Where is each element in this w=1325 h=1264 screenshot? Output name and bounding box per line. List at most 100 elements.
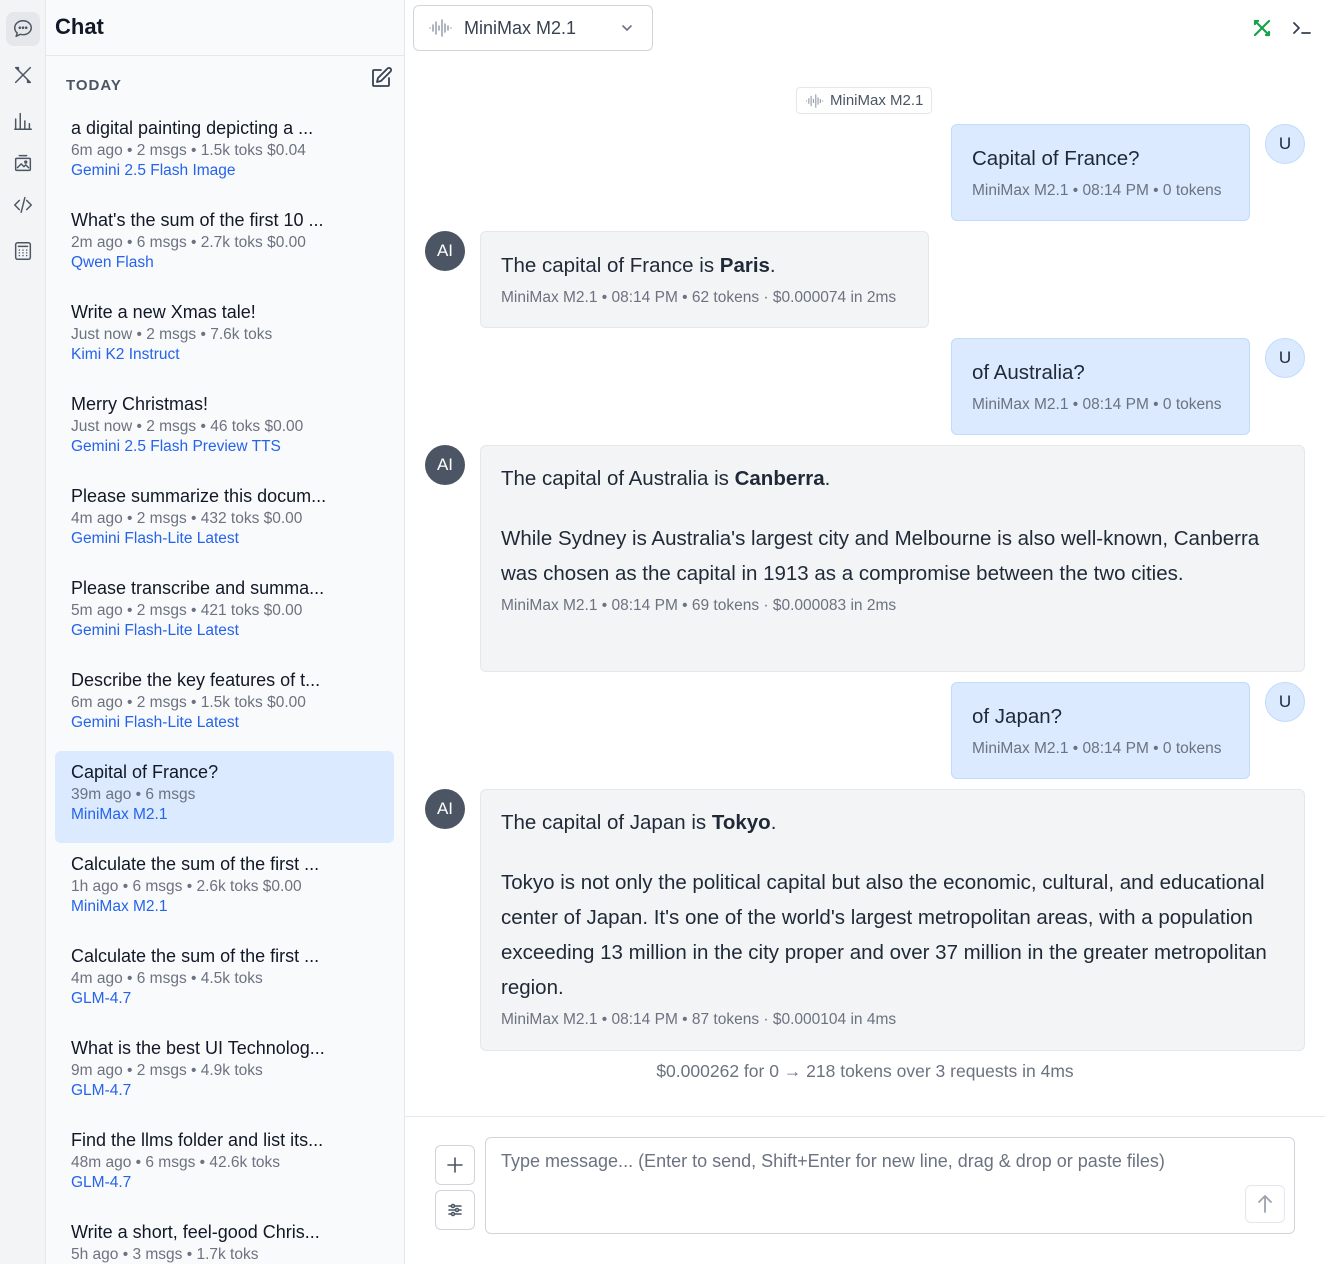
conversation-title: Please summarize this docum... — [71, 486, 327, 506]
conversation-model: Kimi K2 Instruct — [71, 346, 180, 363]
sidebar-header: Chat — [46, 0, 404, 56]
conversation-title: Calculate the sum of the first ... — [71, 946, 320, 966]
conversation-item[interactable]: Write a new Xmas tale! Just now • 2 msgs … — [55, 291, 394, 383]
conversation-title: What is the best UI Technolog... — [71, 1038, 325, 1058]
message-text: The capital of Japan is Tokyo. — [501, 811, 777, 834]
message-meta: MiniMax M2.1 • 08:14 PM • 0 tokens — [972, 740, 1222, 757]
waveform-icon — [805, 93, 824, 108]
conversation-item[interactable]: Calculate the sum of the first ... 1h ago… — [55, 843, 394, 935]
conversation-model: MiniMax M2.1 — [71, 898, 168, 915]
conversation-title: Describe the key features of t... — [71, 670, 321, 690]
tools-icon[interactable] — [6, 58, 40, 92]
chat-main: MiniMax M2.1 MiniMax M2.1 Capital of Fra… — [405, 0, 1325, 1264]
conversation-title: Please transcribe and summa... — [71, 578, 325, 598]
message-text: of Australia? — [972, 361, 1085, 384]
conversation-item[interactable]: Describe the key features of t... 6m ago … — [55, 659, 394, 751]
conversation-item[interactable]: Capital of France? 39m ago • 6 msgs MiniMa… — [55, 751, 394, 843]
conversation-item[interactable]: What's the sum of the first 10 ... 2m ago… — [55, 199, 394, 291]
conversation-meta: 48m ago • 6 msgs • 42.6k toks — [71, 1154, 281, 1171]
conversation-model: Qwen Flash — [71, 254, 154, 271]
conversation-model: Gemini 2.5 Flash Image — [71, 162, 236, 179]
conversation-model: Gemini 2.5 Flash Preview TTS — [71, 438, 281, 455]
conversation-model: Gemini Flash-Lite Latest — [71, 530, 239, 547]
conversation-meta: 4m ago • 6 msgs • 4.5k toks — [71, 970, 263, 987]
user-message: of Japan? MiniMax M2.1 • 08:14 PM • 0 to… — [951, 682, 1250, 779]
assistant-message: The capital of Japan is Tokyo. Tokyo is … — [480, 789, 1305, 1051]
message-meta: MiniMax M2.1 • 08:14 PM • 0 tokens — [972, 182, 1222, 199]
conversation-model: GLM-4.7 — [71, 1174, 132, 1191]
conversation-model: GLM-4.7 — [71, 990, 132, 1007]
conversation-title: Calculate the sum of the first ... — [71, 854, 320, 874]
conversation-item[interactable]: Please summarize this docum... 4m ago • 2… — [55, 475, 394, 567]
message-meta: MiniMax M2.1 • 08:14 PM • 69 tokens · $0… — [501, 597, 897, 614]
assistant-message: The capital of France is Paris. MiniMax … — [480, 231, 929, 328]
conversation-model: Gemini Flash-Lite Latest — [71, 714, 239, 731]
conversation-item[interactable]: Write a short, feel-good Chris... 5h ago … — [55, 1211, 394, 1264]
image-gallery-icon[interactable] — [6, 146, 40, 180]
arrow-up-icon — [1258, 1195, 1272, 1213]
conversation-model: MiniMax M2.1 — [71, 806, 168, 823]
conversation-item[interactable]: Calculate the sum of the first ... 4m ago… — [55, 935, 394, 1027]
conversation-item[interactable]: Find the llms folder and list its... 48m … — [55, 1119, 394, 1211]
new-chat-button[interactable] — [368, 65, 394, 91]
user-message: Capital of France? MiniMax M2.1 • 08:14 … — [951, 124, 1250, 221]
conversation-meta: 1h ago • 6 msgs • 2.6k toks $0.00 — [71, 878, 302, 895]
attach-button[interactable] — [435, 1145, 475, 1185]
plus-icon — [447, 1157, 463, 1173]
conversation-meta: 6m ago • 2 msgs • 1.5k toks $0.04 — [71, 142, 306, 159]
conversation-meta: Just now • 2 msgs • 46 toks $0.00 — [71, 418, 304, 435]
icon-rail — [0, 0, 46, 1264]
ai-avatar: AI — [425, 231, 465, 271]
bar-chart-icon[interactable] — [6, 104, 40, 138]
section-label: TODAY — [66, 77, 122, 94]
user-message: of Australia? MiniMax M2.1 • 08:14 PM • … — [951, 338, 1250, 435]
tools-toggle-icon[interactable] — [1250, 16, 1274, 40]
conversation-item[interactable]: a digital painting depicting a ... 6m ago… — [55, 107, 394, 199]
sliders-icon — [448, 1203, 462, 1217]
sidebar-title: Chat — [55, 14, 104, 39]
message-meta: MiniMax M2.1 • 08:14 PM • 62 tokens · $0… — [501, 289, 897, 306]
model-pill-label: MiniMax M2.1 — [830, 92, 924, 109]
message-text: The capital of France is Paris. — [501, 254, 776, 277]
settings-button[interactable] — [435, 1190, 475, 1230]
model-selector[interactable]: MiniMax M2.1 — [413, 5, 653, 51]
conversation-title: Find the llms folder and list its... — [71, 1130, 324, 1150]
conversation-sidebar: Chat TODAY a digital painting depicting … — [46, 0, 405, 1264]
usage-summary: $0.000262 for 0 → 218 tokens over 3 requ… — [656, 1061, 1074, 1081]
conversation-model-pill: MiniMax M2.1 — [796, 87, 933, 114]
user-avatar: U — [1265, 124, 1305, 164]
user-avatar: U — [1265, 338, 1305, 378]
ai-avatar: AI — [425, 789, 465, 829]
conversation-list: a digital painting depicting a ... 6m ago… — [55, 107, 394, 1264]
message-text: Capital of France? — [972, 147, 1140, 170]
ai-avatar: AI — [425, 445, 465, 485]
conversation-title: a digital painting depicting a ... — [71, 118, 314, 138]
send-button[interactable] — [1245, 1185, 1285, 1223]
edit-icon — [372, 67, 392, 87]
conversation-meta: 2m ago • 6 msgs • 2.7k toks $0.00 — [71, 234, 306, 251]
conversation-meta: 9m ago • 2 msgs • 4.9k toks — [71, 1062, 263, 1079]
conversation-item[interactable]: Please transcribe and summa... 5m ago • 2… — [55, 567, 394, 659]
chevron-down-icon — [622, 25, 632, 32]
message-meta: MiniMax M2.1 • 08:14 PM • 0 tokens — [972, 396, 1222, 413]
chat-icon[interactable] — [6, 12, 40, 46]
message-input[interactable] — [485, 1137, 1295, 1234]
assistant-message: The capital of Australia is Canberra. Wh… — [480, 445, 1305, 672]
message-text: of Japan? — [972, 705, 1063, 728]
terminal-icon[interactable] — [1290, 16, 1314, 40]
user-avatar: U — [1265, 682, 1305, 722]
conversation-title: Write a short, feel-good Chris... — [71, 1222, 320, 1242]
waveform-icon — [429, 19, 452, 37]
conversation-item[interactable]: Merry Christmas! Just now • 2 msgs • 46 t… — [55, 383, 394, 475]
message-text: The capital of Australia is Canberra. — [501, 467, 831, 490]
calculator-icon[interactable] — [6, 234, 40, 268]
conversation-title: Merry Christmas! — [71, 394, 209, 414]
conversation-title: Write a new Xmas tale! — [71, 302, 256, 322]
conversation-item[interactable]: What is the best UI Technolog... 9m ago •… — [55, 1027, 394, 1119]
message-paragraph: While Sydney is Australia's largest city… — [501, 527, 1260, 585]
conversation-title: What's the sum of the first 10 ... — [71, 210, 324, 230]
conversation-meta: 5m ago • 2 msgs • 421 toks $0.00 — [71, 602, 303, 619]
conversation-meta: 6m ago • 2 msgs • 1.5k toks $0.00 — [71, 694, 306, 711]
conversation-model: Gemini Flash-Lite Latest — [71, 622, 239, 639]
code-icon[interactable] — [6, 188, 40, 222]
